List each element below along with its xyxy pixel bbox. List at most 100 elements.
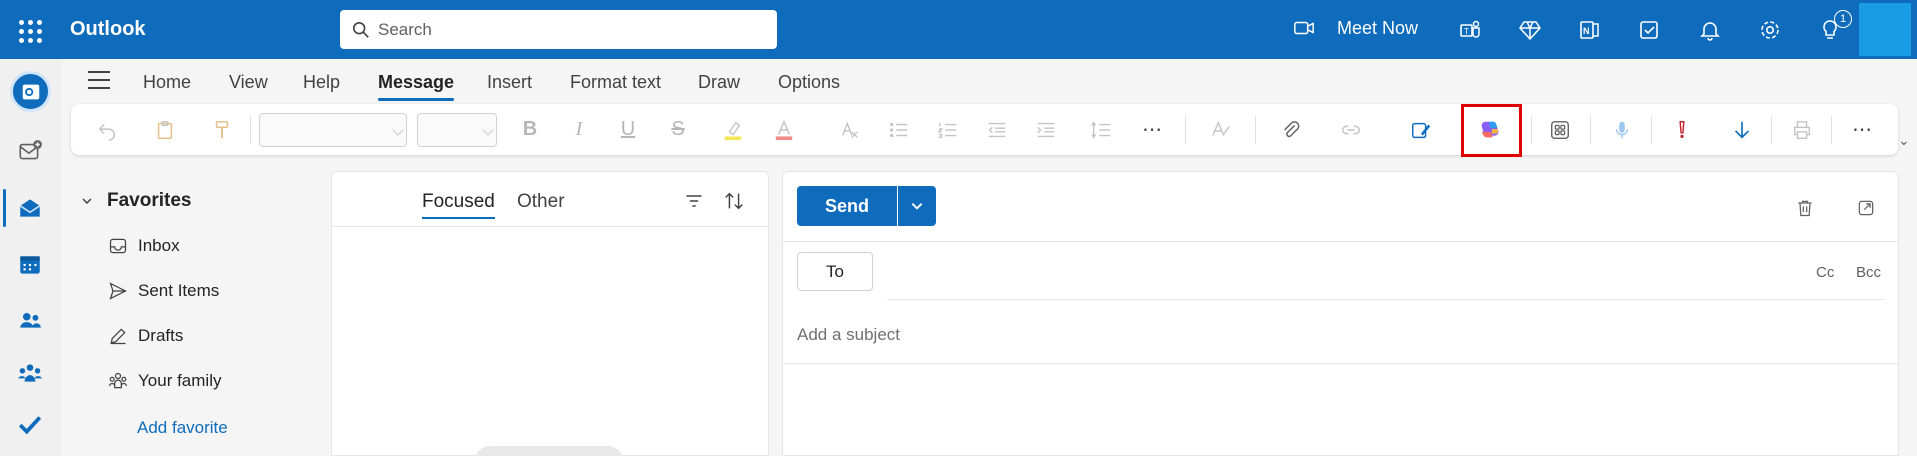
- pop-out-icon[interactable]: [1854, 196, 1878, 220]
- folder-label: Your family: [138, 371, 222, 390]
- low-importance-icon[interactable]: [1725, 116, 1759, 143]
- favorites-header[interactable]: Favorites: [81, 190, 191, 212]
- folder-sent-items[interactable]: Sent Items: [108, 281, 219, 301]
- tab-help[interactable]: Help: [303, 72, 340, 93]
- search-box[interactable]: [340, 10, 777, 49]
- inbox-icon: [109, 238, 127, 254]
- teams-icon[interactable]: T: [1456, 16, 1484, 44]
- tab-view[interactable]: View: [229, 72, 268, 93]
- increase-indent-icon[interactable]: [1031, 116, 1061, 143]
- subject-field[interactable]: Add a subject: [797, 325, 900, 345]
- tab-options[interactable]: Options: [778, 72, 840, 93]
- bullets-icon[interactable]: [884, 116, 914, 143]
- to-button[interactable]: To: [797, 252, 873, 291]
- mail-icon[interactable]: [14, 192, 46, 224]
- more-options-icon[interactable]: ⋯: [1845, 116, 1879, 143]
- checkmark-todo-icon[interactable]: [14, 408, 46, 440]
- meet-now-button[interactable]: Meet Now: [1293, 17, 1418, 39]
- folder-your-family[interactable]: Your family: [108, 371, 221, 391]
- message-list: Focused Other: [331, 171, 769, 456]
- decrease-indent-icon[interactable]: [982, 116, 1012, 143]
- folder-label: Inbox: [138, 236, 180, 255]
- todo-icon[interactable]: [1636, 16, 1664, 44]
- clipboard-icon[interactable]: [145, 116, 185, 143]
- clear-formatting-icon[interactable]: [835, 116, 865, 143]
- to-field[interactable]: [887, 299, 1884, 300]
- lightbulb-icon[interactable]: 1: [1816, 10, 1852, 44]
- tab-other[interactable]: Other: [517, 191, 565, 213]
- styles-icon[interactable]: [1199, 116, 1243, 143]
- rail-active-indicator: [3, 189, 6, 227]
- tab-message[interactable]: Message: [378, 72, 455, 101]
- people-icon[interactable]: [14, 304, 46, 336]
- print-icon[interactable]: [1785, 116, 1819, 143]
- more-formatting-icon[interactable]: ⋯: [1137, 116, 1167, 143]
- tab-focused[interactable]: Focused: [422, 191, 495, 219]
- chevron-down-icon[interactable]: ⌄: [1898, 132, 1910, 149]
- hamburger-menu-icon[interactable]: [88, 71, 110, 95]
- tips-badge: 1: [1834, 10, 1852, 28]
- favorites-label: Favorites: [107, 190, 192, 211]
- svg-text:N: N: [1583, 26, 1590, 36]
- meet-now-label: Meet Now: [1337, 17, 1419, 38]
- tab-format-text[interactable]: Format text: [570, 72, 661, 93]
- link-icon[interactable]: [1329, 116, 1373, 143]
- diamond-icon[interactable]: [1516, 16, 1544, 44]
- bell-icon[interactable]: [1696, 16, 1724, 44]
- pencil-icon: [110, 328, 126, 345]
- font-size-select[interactable]: [417, 113, 497, 147]
- attach-icon[interactable]: [1269, 116, 1313, 143]
- signature-icon[interactable]: [1399, 116, 1443, 143]
- italic-icon[interactable]: I: [564, 116, 594, 143]
- outlook-logo-icon[interactable]: [10, 71, 51, 112]
- apps-icon[interactable]: [1543, 116, 1577, 143]
- dictate-mic-icon[interactable]: [1605, 116, 1639, 143]
- folder-inbox[interactable]: Inbox: [108, 236, 180, 256]
- format-painter-icon[interactable]: [207, 116, 237, 143]
- bcc-button[interactable]: Bcc: [1856, 264, 1881, 281]
- search-input[interactable]: [378, 19, 758, 40]
- highlight-icon[interactable]: [713, 116, 753, 143]
- onenote-icon[interactable]: N: [1576, 16, 1604, 44]
- compose-pane: Send To Cc Bcc Add a subject: [782, 171, 1899, 456]
- copilot-highlight-box: [1461, 104, 1522, 157]
- ribbon-tabs: Home View Help Message Insert Format tex…: [61, 59, 1917, 103]
- tab-draw[interactable]: Draw: [698, 72, 740, 93]
- sort-icon[interactable]: [720, 187, 748, 215]
- svg-text:T: T: [1464, 27, 1469, 36]
- app-launcher-icon[interactable]: [14, 15, 44, 45]
- bold-icon[interactable]: B: [515, 116, 545, 143]
- strikethrough-icon[interactable]: S: [663, 116, 693, 143]
- numbering-icon[interactable]: [933, 116, 963, 143]
- font-color-icon[interactable]: [764, 116, 804, 143]
- send-button[interactable]: Send: [797, 186, 897, 226]
- folder-pane: Favorites Inbox Sent Items Drafts Your f…: [61, 170, 331, 456]
- cc-button[interactable]: Cc: [1816, 264, 1834, 281]
- font-family-select[interactable]: [259, 113, 407, 147]
- calendar-icon[interactable]: [14, 249, 46, 281]
- app-rail: [0, 59, 61, 456]
- groups-icon[interactable]: [14, 357, 46, 389]
- chevron-down-icon: [82, 198, 92, 205]
- video-camera-icon: [1294, 21, 1314, 35]
- line-spacing-icon[interactable]: [1079, 116, 1123, 143]
- app-title[interactable]: Outlook: [70, 18, 146, 41]
- filter-icon[interactable]: [680, 187, 708, 215]
- discard-trash-icon[interactable]: [1793, 196, 1817, 220]
- message-list-header: Focused Other: [332, 172, 768, 227]
- gear-icon[interactable]: [1756, 16, 1784, 44]
- high-importance-icon[interactable]: [1665, 116, 1699, 143]
- underline-icon[interactable]: U: [613, 116, 643, 143]
- undo-icon[interactable]: [87, 116, 127, 143]
- tab-home[interactable]: Home: [143, 72, 191, 93]
- folder-drafts[interactable]: Drafts: [108, 326, 183, 346]
- avatar[interactable]: [1859, 3, 1911, 56]
- send-options-button[interactable]: [898, 186, 936, 226]
- compose-actions: Send: [783, 172, 1898, 242]
- add-favorite-link[interactable]: Add favorite: [137, 418, 228, 438]
- loading-placeholder: [475, 446, 623, 456]
- tab-insert[interactable]: Insert: [487, 72, 532, 93]
- ribbon-toolbar: B I U S ⋯ ⋯: [71, 104, 1898, 155]
- chevron-down-icon: [911, 203, 923, 210]
- new-mail-icon[interactable]: [14, 135, 46, 167]
